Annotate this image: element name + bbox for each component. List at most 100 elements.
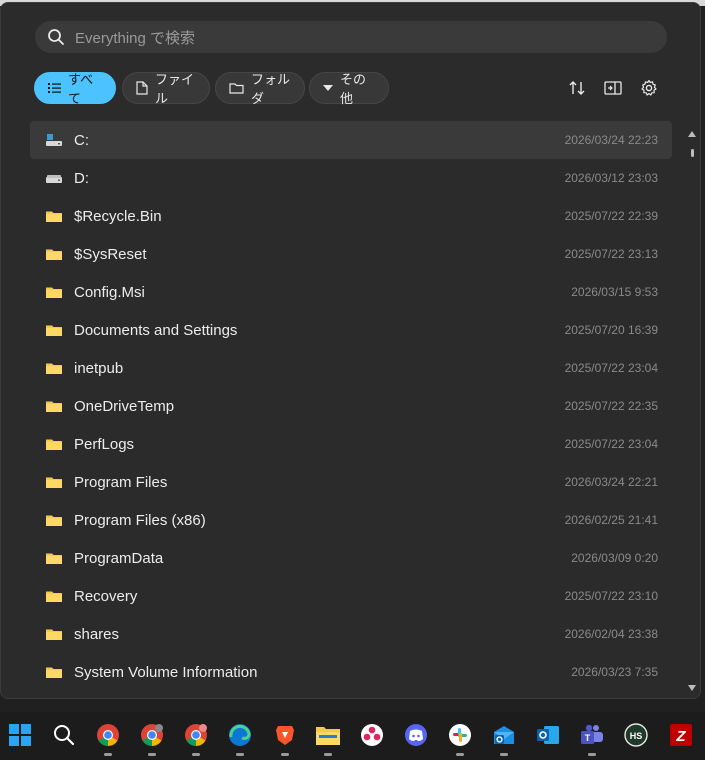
outlook-icon (536, 723, 560, 747)
result-row[interactable]: C: 2026/03/24 22:23 (30, 121, 672, 159)
result-date: 2025/07/22 23:10 (564, 589, 658, 603)
filter-file-chip[interactable]: ファイル (122, 72, 210, 106)
app-red-dots-taskbar-button[interactable] (359, 722, 385, 748)
teams-taskbar-button[interactable]: T (579, 722, 605, 756)
result-row[interactable]: $Recycle.Bin 2025/07/22 22:39 (30, 197, 672, 235)
result-name: Recovery (74, 588, 138, 605)
chrome-profile-icon (140, 723, 164, 747)
everything-search-window: すべて ファイル フォルダ その他 (0, 2, 701, 699)
result-name: inetpub (74, 360, 124, 377)
result-row[interactable]: ProgramData 2026/03/09 0:20 (30, 539, 672, 577)
filter-other-chip[interactable]: その他 (309, 72, 389, 106)
folder-icon (46, 249, 62, 260)
result-name: Program Files (74, 474, 168, 491)
result-date: 2026/02/25 21:41 (564, 513, 658, 527)
result-name: shares (74, 626, 120, 643)
running-indicator (281, 753, 289, 756)
running-indicator (324, 753, 332, 756)
search-input[interactable] (73, 21, 657, 55)
filter-other-label: その他 (340, 72, 367, 106)
preview-pane-icon (604, 81, 622, 95)
scroll-down-arrow-icon[interactable] (688, 685, 696, 691)
outlook-taskbar-button[interactable] (535, 722, 561, 748)
result-row[interactable]: OneDriveTemp 2025/07/22 22:35 (30, 387, 672, 425)
result-name: PerfLogs (74, 436, 135, 453)
chrome-icon (96, 723, 120, 747)
result-date: 2026/03/23 7:35 (571, 665, 658, 679)
folder-icon (46, 667, 62, 678)
result-date: 2025/07/22 22:39 (564, 209, 658, 223)
sort-button[interactable] (566, 78, 588, 98)
running-indicator (456, 753, 464, 756)
scroll-thumb[interactable] (691, 149, 694, 157)
result-name: D: (74, 170, 89, 187)
result-date: 2025/07/22 23:13 (564, 247, 658, 261)
result-row[interactable]: System Volume Information 2026/03/23 7:35 (30, 653, 672, 691)
scroll-up-arrow-icon[interactable] (688, 131, 696, 137)
folder-icon (46, 439, 62, 450)
result-name: Program Files (x86) (74, 512, 206, 529)
search-box[interactable] (35, 21, 667, 55)
folder-icon (46, 591, 62, 602)
result-row[interactable]: Recovery 2025/07/22 23:10 (30, 577, 672, 615)
chrome-alt-icon (184, 723, 208, 747)
result-row[interactable]: Program Files (x86) 2026/02/25 21:41 (30, 501, 672, 539)
result-date: 2025/07/22 23:04 (564, 361, 658, 375)
slack-taskbar-button[interactable] (447, 722, 473, 756)
edge-icon (228, 723, 252, 747)
result-row[interactable]: Program Files 2026/03/24 22:21 (30, 463, 672, 501)
brave-taskbar-button[interactable] (272, 722, 298, 756)
svg-text:Z: Z (675, 728, 686, 745)
search-taskbar-button[interactable] (51, 722, 77, 748)
result-name: System Volume Information (74, 664, 258, 681)
folder-icon (46, 211, 62, 222)
result-name: Documents and Settings (74, 322, 238, 339)
result-row[interactable]: shares 2026/02/04 23:38 (30, 615, 672, 653)
folder-icon (46, 629, 62, 640)
filter-file-label: ファイル (155, 72, 195, 106)
running-indicator (236, 753, 244, 756)
file-explorer-icon (315, 724, 341, 746)
filter-all-chip[interactable]: すべて (34, 72, 116, 106)
discord-taskbar-button[interactable] (403, 722, 429, 748)
running-indicator (104, 753, 112, 756)
preview-pane-button[interactable] (602, 78, 624, 98)
result-date: 2026/03/12 23:03 (564, 171, 658, 185)
running-indicator (500, 753, 508, 756)
settings-button[interactable] (638, 78, 660, 98)
filezilla-taskbar-button[interactable]: Z (668, 722, 694, 748)
result-row[interactable]: inetpub 2025/07/22 23:04 (30, 349, 672, 387)
result-date: 2026/03/24 22:21 (564, 475, 658, 489)
folder-icon (46, 553, 62, 564)
result-date: 2025/07/22 23:04 (564, 437, 658, 451)
folder-icon (46, 287, 62, 298)
filter-folder-chip[interactable]: フォルダ (215, 72, 305, 106)
list-icon (48, 83, 61, 93)
hs-app-taskbar-button[interactable]: HS (623, 722, 649, 748)
outlook-new-taskbar-button[interactable] (491, 722, 517, 756)
running-indicator (148, 753, 156, 756)
result-name: $Recycle.Bin (74, 208, 162, 225)
result-name: $SysReset (74, 246, 147, 263)
file-explorer-taskbar-button[interactable] (315, 722, 341, 756)
result-row[interactable]: PerfLogs 2025/07/22 23:04 (30, 425, 672, 463)
outlook-new-icon (492, 723, 516, 747)
result-row[interactable]: $SysReset 2025/07/22 23:13 (30, 235, 672, 273)
edge-taskbar-button[interactable] (227, 722, 253, 756)
result-name: C: (74, 132, 89, 149)
windows-start-taskbar-button[interactable] (7, 722, 33, 748)
chrome-taskbar-button[interactable] (95, 722, 121, 756)
result-date: 2025/07/22 22:35 (564, 399, 658, 413)
results-scrollbar[interactable] (685, 127, 699, 697)
chrome-profile-taskbar-button[interactable] (139, 722, 165, 756)
result-row[interactable]: D: 2026/03/12 23:03 (30, 159, 672, 197)
hs-app-icon: HS (624, 723, 648, 747)
result-row[interactable]: Config.Msi 2026/03/15 9:53 (30, 273, 672, 311)
chrome-alt-taskbar-button[interactable] (183, 722, 209, 756)
search-icon (48, 29, 64, 45)
result-row[interactable]: Documents and Settings 2025/07/20 16:39 (30, 311, 672, 349)
windows-drive-icon (46, 134, 62, 146)
teams-icon: T (580, 723, 604, 747)
result-name: ProgramData (74, 550, 164, 567)
folder-outline-icon (229, 83, 244, 94)
